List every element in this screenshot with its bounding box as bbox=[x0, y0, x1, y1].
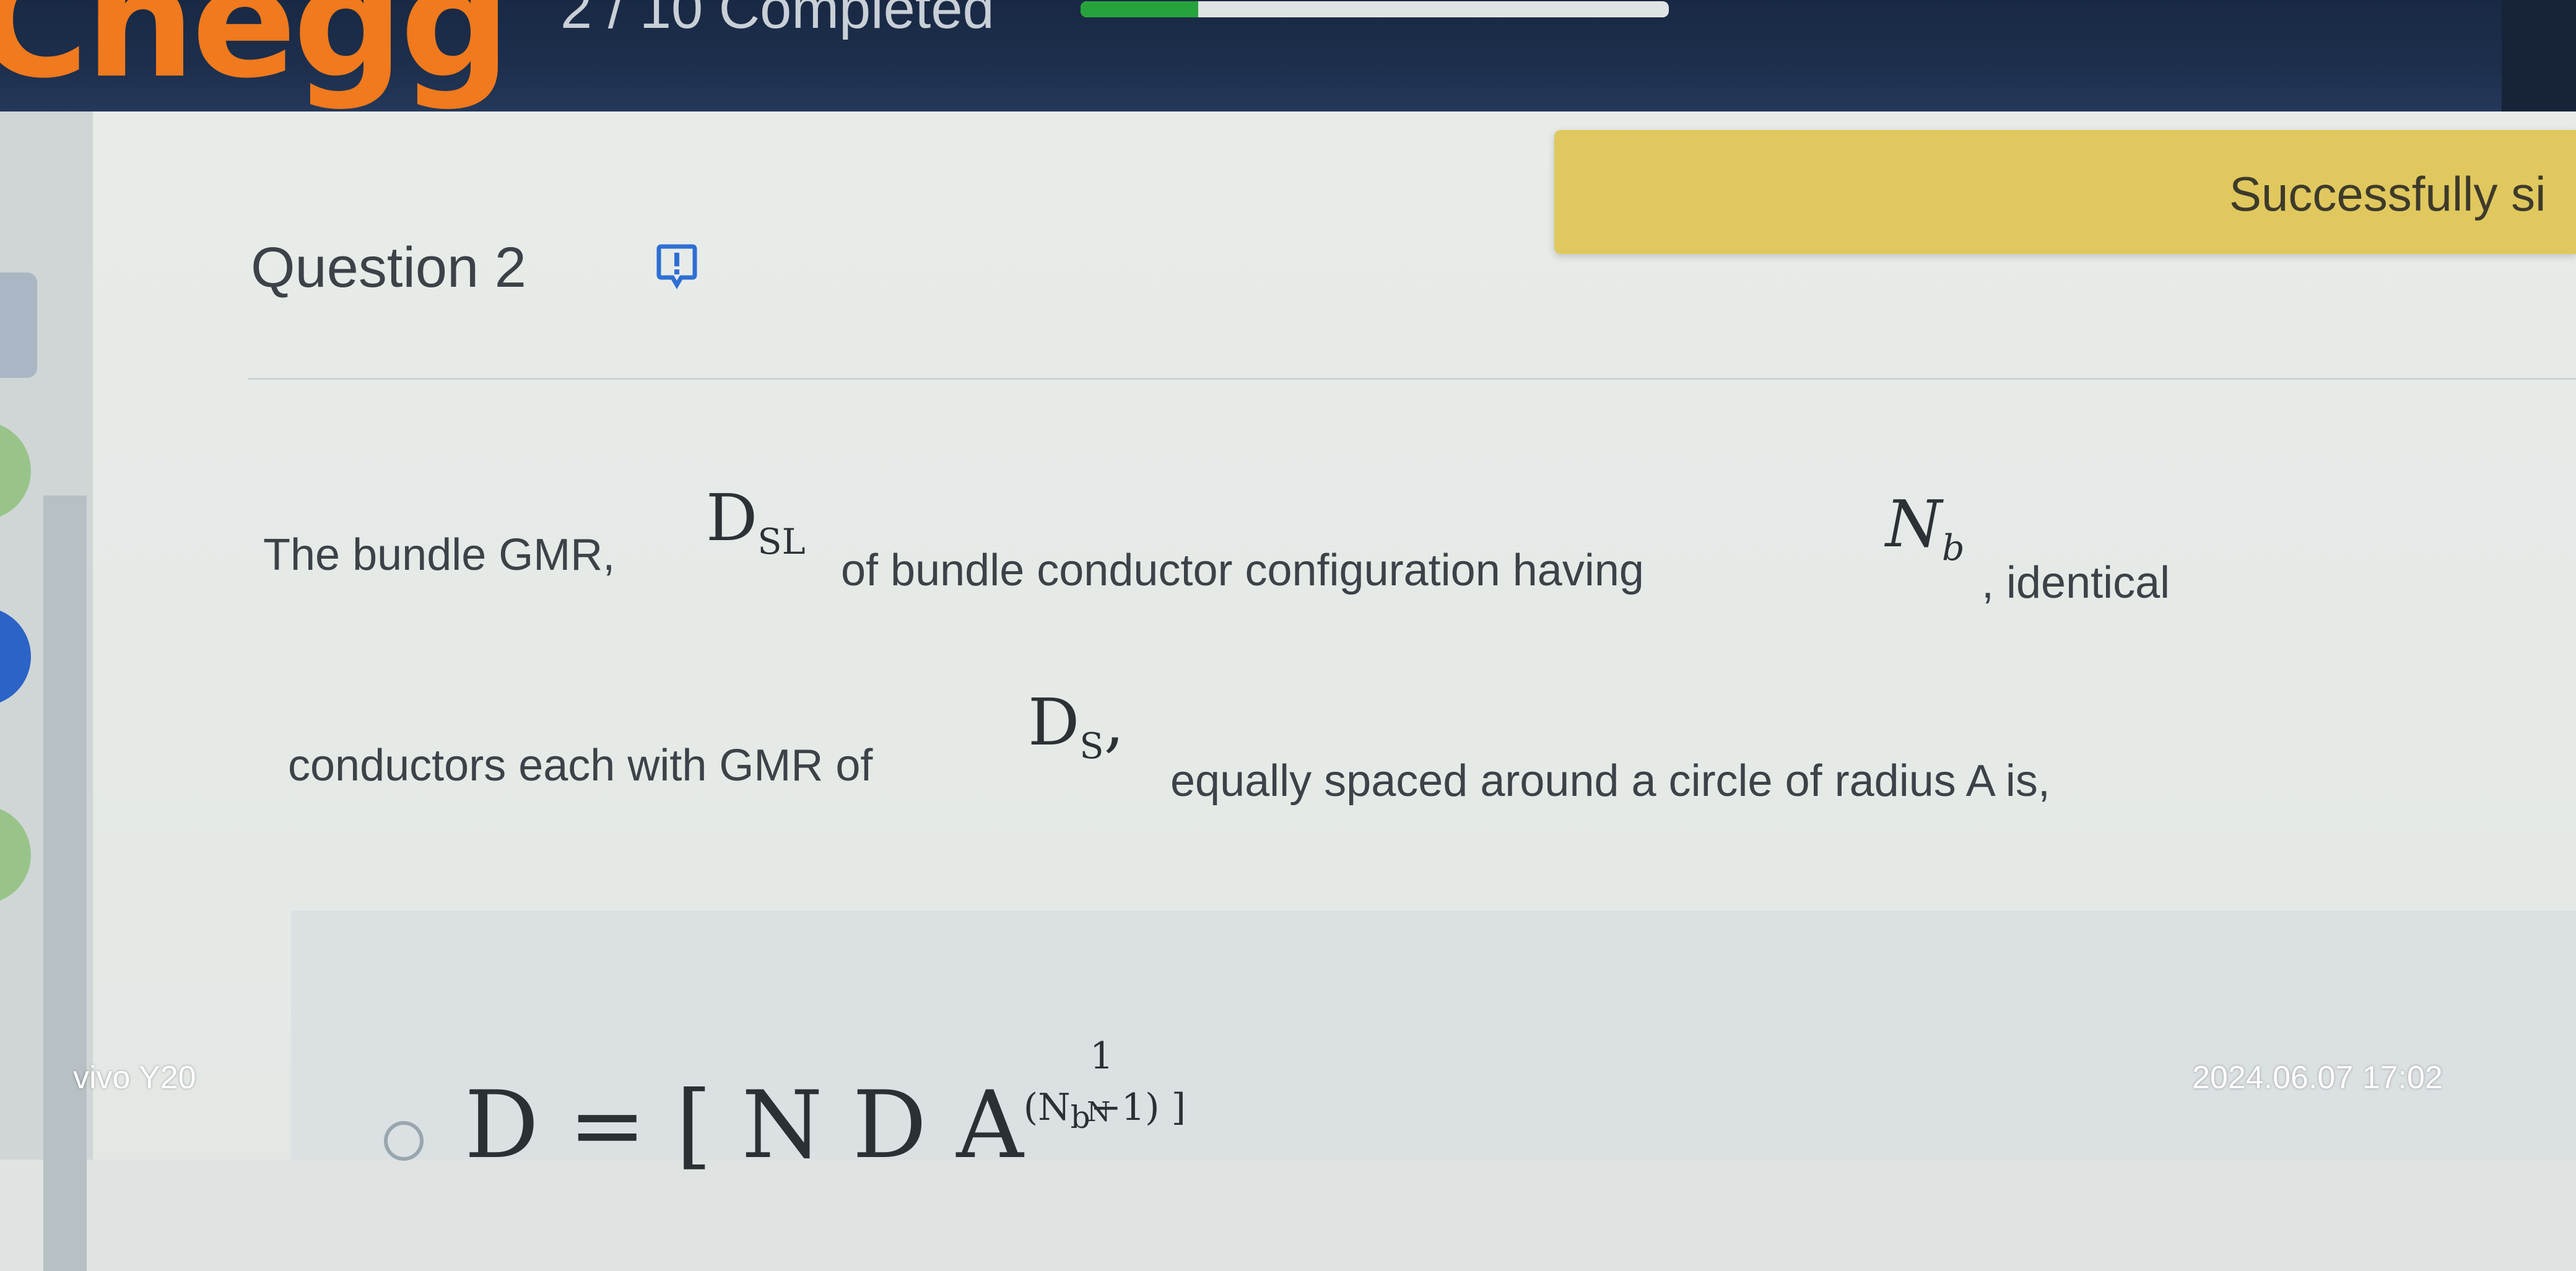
symbol-dsl: DSL bbox=[706, 480, 806, 562]
question-text-1c: , identical bbox=[1982, 558, 2170, 608]
option-1-radio[interactable] bbox=[384, 1121, 424, 1161]
timestamp-watermark: 2024.06.07 17:02 bbox=[2192, 1060, 2443, 1096]
symbol-nb: Nb bbox=[1886, 486, 1965, 569]
formula-exp: (N bbox=[1023, 1086, 1071, 1129]
nav-dot-current[interactable] bbox=[0, 607, 31, 706]
formula-frac-bottom: N bbox=[1087, 1096, 1111, 1128]
question-text-1a: The bundle GMR, bbox=[263, 530, 616, 580]
symbol-nb-sub: b bbox=[1942, 527, 1965, 569]
flag-icon[interactable] bbox=[655, 243, 698, 290]
nav-tab[interactable] bbox=[0, 273, 37, 378]
symbol-nb-main: N bbox=[1886, 486, 1942, 562]
divider bbox=[248, 378, 2576, 380]
symbol-dsl-main: D bbox=[706, 480, 758, 556]
question-text-1b: of bundle conductor configuration having bbox=[841, 546, 1644, 595]
question-title: Question 2 bbox=[251, 236, 526, 299]
formula-frac-top: 1 bbox=[1090, 1034, 1114, 1078]
symbol-ds-main: D bbox=[1028, 684, 1080, 760]
progress-fill bbox=[1081, 1, 1198, 17]
question-text-2b: equally spaced around a circle of radius… bbox=[1170, 756, 2050, 806]
symbol-ds-comma: , bbox=[1103, 684, 1125, 760]
device-watermark: vivo Y20 bbox=[73, 1060, 196, 1096]
symbol-ds: DS, bbox=[1028, 684, 1125, 767]
chegg-logo[interactable]: Chegg bbox=[0, 0, 511, 112]
progress-bar bbox=[1081, 1, 1669, 17]
header-bar: Chegg 2 / 10 Completed bbox=[0, 0, 2576, 112]
option-1-formula[interactable]: D = [ N D A(Nb−1) ] 1 N bbox=[464, 1034, 1186, 1179]
nav-scrollbar[interactable] bbox=[43, 496, 87, 1271]
question-text-2a: conductors each with GMR of bbox=[288, 741, 873, 790]
success-toast: Successfully si bbox=[1554, 130, 2576, 254]
nav-dot-answered[interactable] bbox=[0, 421, 31, 520]
nav-dot-answered[interactable] bbox=[0, 805, 31, 904]
formula-main: D = [ N D A bbox=[464, 1072, 1024, 1179]
question-nav-rail bbox=[0, 111, 93, 1271]
symbol-ds-sub: S bbox=[1079, 725, 1104, 767]
toast-message: Successfully si bbox=[2229, 167, 2546, 221]
symbol-dsl-sub: SL bbox=[757, 521, 806, 562]
progress-label: 2 / 10 Completed bbox=[560, 0, 994, 40]
